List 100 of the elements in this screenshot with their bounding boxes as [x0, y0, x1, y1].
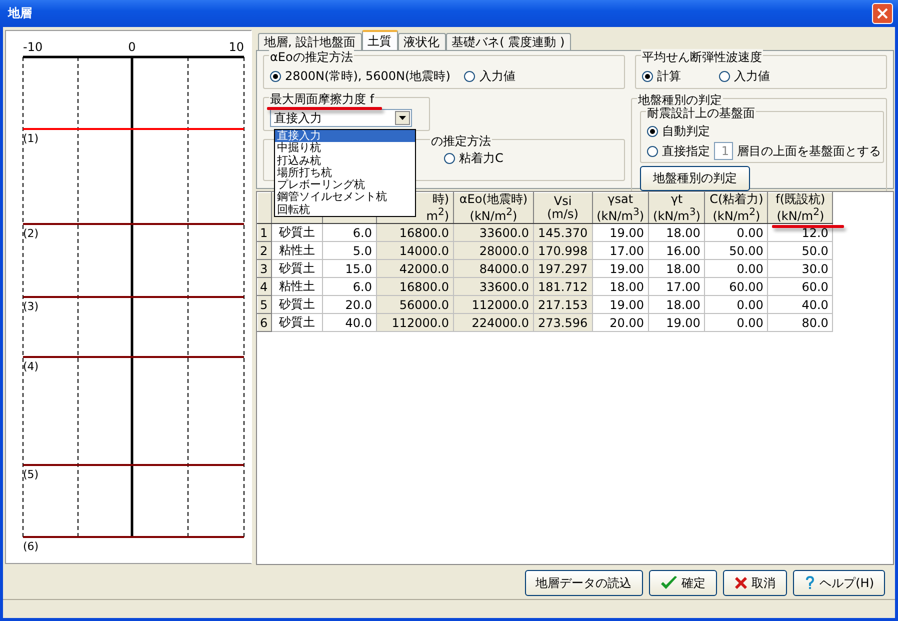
load-button[interactable]: 地層データの読込: [524, 570, 643, 596]
layer-label: (1): [23, 132, 39, 145]
tab[interactable]: 基礎バネ( 震度連動 ): [446, 33, 571, 50]
table-cell: 砂質土: [272, 260, 322, 278]
tab[interactable]: 地層, 設計地盤面: [258, 33, 362, 50]
type-dropdown[interactable]: 直接入力: [270, 109, 412, 127]
table-cell: 28000.0: [454, 242, 534, 260]
column-header: C(粘着力): [709, 193, 764, 206]
table-cell: 42000.0: [376, 260, 454, 278]
table-cell: 217.153: [534, 296, 592, 314]
table-cell: 19.00: [592, 260, 649, 278]
table-cell: 16800.0: [376, 278, 454, 296]
table-cell: 19.00: [592, 224, 649, 242]
table-cell: 40.0: [768, 296, 833, 314]
column-header: (kN/m$^{3}$): [653, 206, 700, 223]
check-icon: [660, 575, 678, 591]
table-cell: 0.00: [704, 260, 768, 278]
table-cell: 砂質土: [272, 296, 322, 314]
table-cell: 18.00: [648, 260, 705, 278]
layer-label: (4): [23, 360, 39, 373]
radio-label: 入力値: [479, 68, 516, 85]
dropdown-option[interactable]: プレボーリング杭: [275, 179, 415, 192]
column-header: m$^{2}$): [425, 206, 449, 223]
dropdown-option[interactable]: 中掘り杭: [275, 142, 415, 155]
dropdown-option[interactable]: 場所打ち杭: [275, 166, 415, 180]
table-cell: 112000.0: [454, 296, 534, 314]
column-header: γt: [670, 193, 684, 206]
radio-label: 計算: [657, 68, 681, 85]
cross-icon: [734, 576, 748, 590]
field-suffix: 層目の上面を基盤面とする: [737, 142, 881, 160]
close-button[interactable]: [872, 3, 893, 24]
table-cell: 33600.0: [454, 278, 534, 296]
table-cell: 56000.0: [376, 296, 454, 314]
table-cell: 18.00: [592, 278, 649, 296]
table-cell: 50.00: [704, 242, 768, 260]
column-header: (kN/m$^{2}$): [468, 206, 518, 223]
table-cell: 60.0: [768, 278, 833, 296]
table-cell: 砂質土: [272, 314, 322, 332]
row-number: 1: [258, 224, 272, 242]
radio-button[interactable]: [647, 126, 658, 137]
table-cell: 84000.0: [454, 260, 534, 278]
radio-button[interactable]: [464, 71, 476, 82]
radio-button[interactable]: [444, 153, 455, 164]
column-header: (kN/m$^{2}$): [712, 206, 762, 223]
dropdown-option[interactable]: 直接入力: [275, 130, 415, 142]
radio-label: 粘着力C: [459, 150, 504, 167]
table-cell: 17.00: [592, 242, 649, 260]
table-cell: 30.0: [768, 260, 833, 278]
layer-input[interactable]: 1: [714, 142, 733, 160]
tab[interactable]: 液状化: [398, 33, 446, 50]
close-icon: [877, 8, 888, 19]
table-cell: 18.00: [648, 224, 705, 242]
radio-label: 2800N(常時), 5600N(地震時): [285, 68, 450, 85]
group-title: αEoの推定方法: [269, 49, 354, 66]
group-title: 平均せん断弾性波速度: [641, 49, 763, 66]
axis-label: 0: [128, 40, 136, 54]
tab[interactable]: 土質: [362, 30, 398, 50]
radio-label: 入力値: [734, 68, 770, 85]
dropdown-option[interactable]: 鋼管ソイルセメント杭: [275, 191, 415, 204]
table-cell: 33600.0: [454, 224, 534, 242]
cancel-button[interactable]: 取消: [722, 570, 787, 596]
judge-button[interactable]: 地盤種別の判定: [640, 166, 750, 191]
column-header: αEo(地震時): [458, 193, 529, 206]
table-cell: 砂質土: [272, 224, 322, 242]
layer-label: (3): [23, 300, 39, 313]
dropdown-option[interactable]: 回転杭: [275, 204, 415, 216]
table-cell: 80.0: [768, 314, 833, 332]
column-header: f(既設杭): [774, 193, 826, 206]
axis-label: -10: [23, 40, 43, 54]
table-cell: 14000.0: [376, 242, 454, 260]
table-cell: 170.998: [534, 242, 592, 260]
table-cell: 60.00: [704, 278, 768, 296]
column-header: (kN/m$^{3}$): [596, 206, 644, 223]
ok-button[interactable]: 確定: [648, 570, 717, 596]
table-cell: 0.00: [704, 224, 768, 242]
radio-button[interactable]: [647, 146, 658, 156]
table-cell: 19.00: [648, 314, 705, 332]
radio-button[interactable]: [642, 71, 653, 82]
table-cell: 50.0: [768, 242, 833, 260]
column-header: Vsi: [552, 195, 573, 208]
column-header: (kN/m$^{2}$): [776, 206, 826, 223]
help-button[interactable]: ヘルプ(H): [792, 570, 885, 596]
radio-button[interactable]: [719, 71, 730, 82]
table-cell: 18.00: [648, 296, 705, 314]
row-number: 4: [258, 278, 272, 296]
radio-button[interactable]: [270, 71, 281, 82]
group-title: 最大周面摩擦力度 f: [269, 91, 376, 108]
row-number: 6: [258, 314, 272, 332]
axis-label: 10: [228, 40, 244, 54]
column-header: (m/s): [546, 208, 580, 221]
table-cell: 0.00: [704, 314, 768, 332]
layer-label: (5): [23, 468, 39, 481]
table-cell: 20.00: [592, 314, 649, 332]
layer-label: (2): [23, 227, 39, 240]
table-cell: 粘性土: [272, 242, 322, 260]
group-title: の推定方法: [430, 133, 492, 150]
help-icon: [804, 575, 816, 591]
table-cell: 粘性土: [272, 278, 322, 296]
row-number: 5: [258, 296, 272, 314]
dropdown-option[interactable]: 打込み杭: [275, 154, 415, 167]
